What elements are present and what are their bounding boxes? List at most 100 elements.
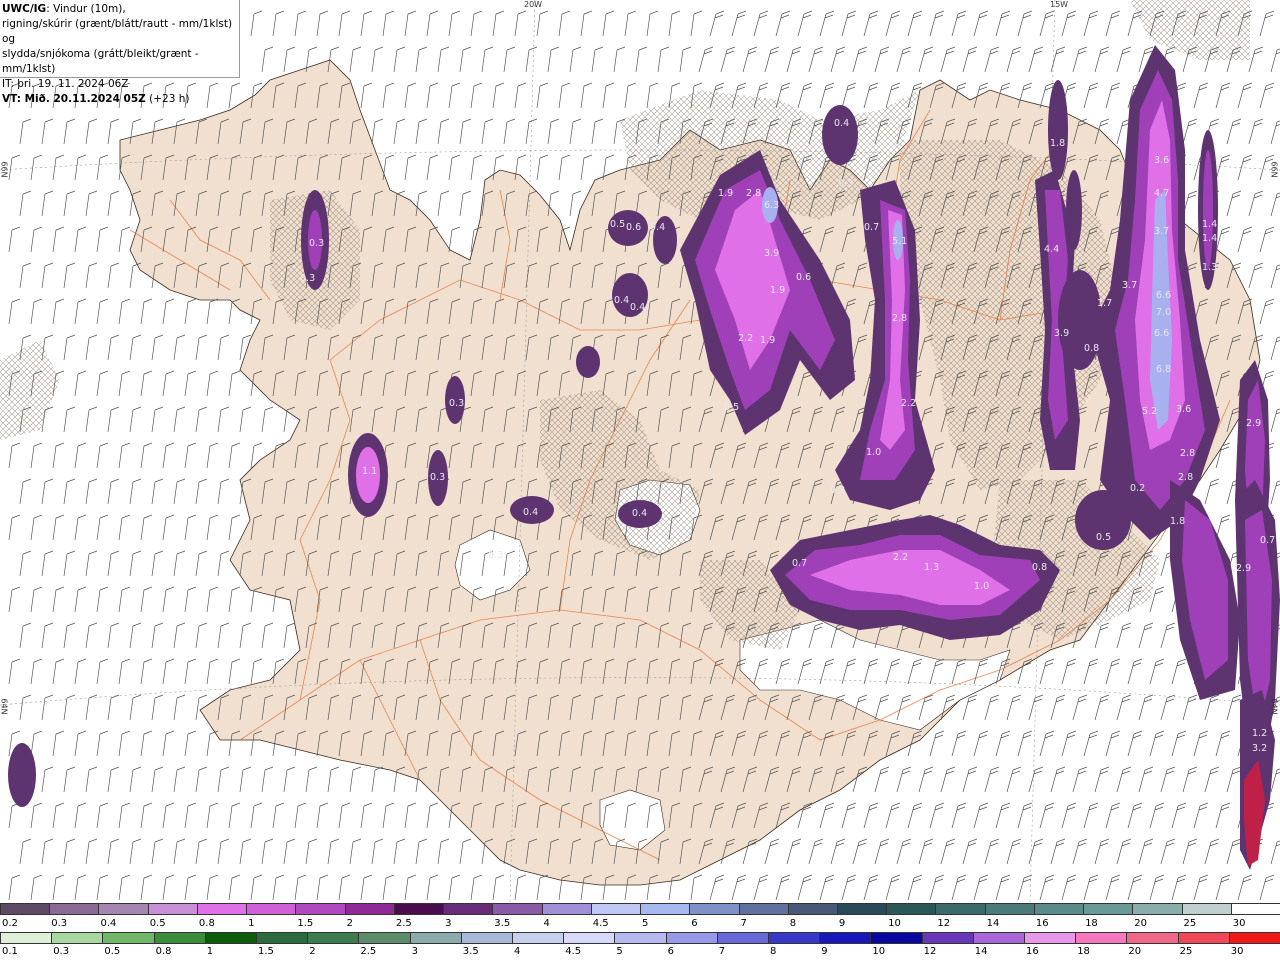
legend-swatch [1228, 932, 1280, 944]
precip-label: 3.7 [1154, 226, 1169, 237]
legend-swatch [1230, 903, 1280, 915]
legend-label: 9 [821, 946, 828, 957]
legend-swatch [295, 903, 345, 915]
lat-label-66n-left: 66N [0, 161, 9, 178]
legend-swatch [870, 932, 922, 944]
precip-label: 2.8 [1178, 472, 1193, 483]
legend-swatch [1075, 932, 1127, 944]
legend-swatch [153, 932, 205, 944]
legend-label: 4 [543, 918, 550, 929]
legend-label: 3.5 [462, 946, 479, 957]
legend-swatch [1033, 903, 1084, 915]
precip-label: 0.4 [614, 295, 629, 306]
title-line-3: slydda/snjókoma (grátt/bleikt/grænt - mm… [2, 48, 199, 75]
legend-swatch [460, 932, 513, 944]
precip-label: 1.9 [718, 188, 733, 199]
precip-label: 1.4 [1202, 233, 1217, 244]
precip-label: 0.3 [309, 238, 324, 249]
legend-label: 0.8 [198, 918, 215, 929]
legend-swatch [1083, 903, 1133, 915]
precip-label: 0.3 [830, 485, 845, 496]
lon-label-20w: 20W [524, 0, 543, 9]
legend-swatch [640, 903, 690, 915]
legend-swatch [1126, 932, 1178, 944]
precip-label: 3.9 [764, 248, 779, 259]
legend-label: 0.3 [51, 918, 68, 929]
legend-label: 16 [1026, 946, 1039, 957]
legend-label: 30 [1232, 918, 1246, 929]
precip-label: 0.4 [632, 508, 647, 519]
legend-swatch [204, 932, 257, 944]
legend-label: 20 [1134, 918, 1148, 929]
legend-label: 0.2 [2, 918, 18, 929]
lat-label-64n-left: 64N [0, 698, 9, 715]
precip-label: 3.9 [1054, 328, 1069, 339]
legend-label: 0.5 [149, 918, 166, 929]
legend-swatch [665, 932, 717, 944]
legend-swatch [886, 903, 936, 915]
precip-label: 0.4 [650, 222, 665, 233]
legend-label: 6 [667, 946, 674, 957]
legend-label: 7 [740, 918, 747, 929]
legend-swatch [836, 903, 887, 915]
legend-label: 2 [309, 946, 316, 957]
precip-label: 1.9 [770, 285, 785, 296]
precip-label: 1.4 [1202, 219, 1217, 230]
lon-label-15w: 15W [1050, 0, 1069, 9]
precip-label: 0.8 [1084, 343, 1099, 354]
legend-swatch [196, 903, 247, 915]
precip-label: 1.8 [1050, 138, 1065, 149]
legend-label: 2.5 [395, 918, 412, 929]
precip-label: 2.2 [901, 398, 916, 409]
precip-label: 0.8 [1032, 562, 1047, 573]
legend-swatch [972, 932, 1025, 944]
legend-label: 30 [1230, 946, 1244, 957]
legend-swatch [512, 932, 564, 944]
precip-label: 0.6 [626, 222, 641, 233]
precip-label: 5.2 [1142, 406, 1157, 417]
precip-label: 1.3 [1202, 262, 1217, 273]
precip-label: 2.8 [892, 313, 907, 324]
legend-swatch [0, 932, 52, 944]
legend-label: 20 [1128, 946, 1142, 957]
legend-label: 0.3 [53, 946, 70, 957]
legend-swatch [563, 932, 615, 944]
precip-label: 0.3 [300, 273, 315, 284]
legend-swatch [147, 903, 197, 915]
legend-swatch [787, 903, 837, 915]
precip-label: 0.7 [792, 558, 807, 569]
precip-label: 1.1 [362, 466, 377, 477]
legend-swatch [358, 932, 410, 944]
precip-label: 6.3 [764, 200, 779, 211]
precip-label: 5.1 [892, 236, 907, 247]
legend-swatch [492, 903, 542, 915]
legend-label: 3.5 [494, 918, 511, 929]
title-rest: : Vindur (10m), [46, 3, 126, 15]
legend-swatch [344, 903, 394, 915]
precip-label: 2.9 [1236, 563, 1251, 574]
legend-swatch [51, 932, 103, 944]
legend-rain-labels: 0.1 0.3 0.5 0.8 1 1.5 2 2.5 3 3.5 4 4.5 5 6 7 8 9 10 12 14 1… [0, 946, 1280, 958]
legend-swatch [246, 903, 296, 915]
legend-label: 14 [974, 946, 988, 957]
legend-label: 8 [770, 946, 777, 957]
valid-time-line: VT: Mið. 20.11.2024 05Z (+23 h) [2, 92, 239, 107]
precip-label: 0.3 [430, 472, 445, 483]
legend-swatch [409, 932, 461, 944]
legend-label: 4.5 [592, 918, 609, 929]
legend-swatch [819, 932, 871, 944]
legend-label: 1.5 [258, 946, 274, 957]
legend-label: 0.8 [155, 946, 172, 957]
legend-label: 3 [445, 918, 452, 929]
precip-label: 1.3 [924, 562, 939, 573]
precip-label: 2.2 [738, 333, 753, 344]
legend-swatch [738, 903, 788, 915]
legend-label: 0.5 [104, 946, 121, 957]
precip-label: 4.7 [1154, 188, 1169, 199]
legend-swatch [102, 932, 154, 944]
legend-swatch [768, 932, 820, 944]
weather-map[interactable]: 0.3 0.3 0.3 1.1 0.3 0.4 0.3 0.4 0.5 0.6 … [0, 0, 1280, 902]
legend-snow-labels: 0.2 0.3 0.4 0.5 0.8 1 1.5 2 2.5 3 3.5 4 4.5 5 6 7 8 9 10 12… [0, 918, 1280, 930]
legend-label: 0.1 [2, 946, 18, 957]
legend-snow-colorbar [0, 903, 1280, 917]
